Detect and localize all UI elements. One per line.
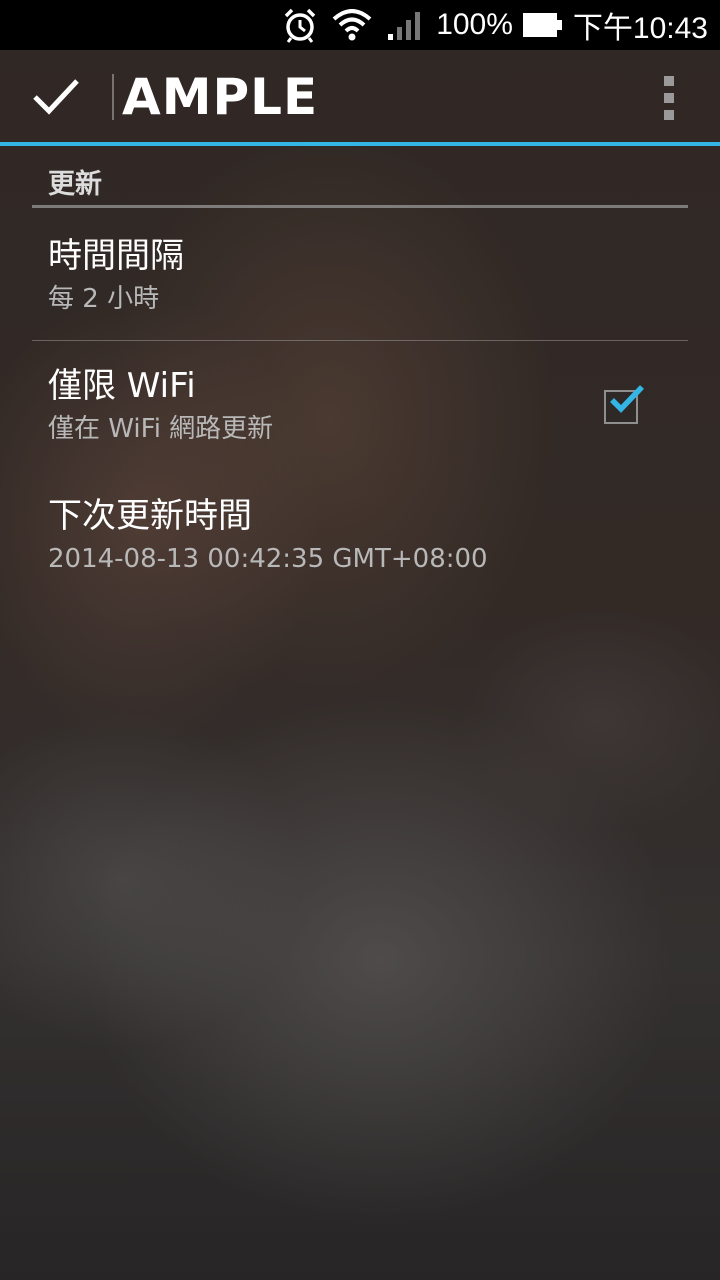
app-title: AMPLE <box>122 68 319 126</box>
overflow-menu-icon <box>664 76 674 86</box>
checkmark-icon <box>33 79 79 115</box>
pref-summary: 每 2 小時 <box>48 284 160 314</box>
list-divider <box>32 340 688 341</box>
signal-icon <box>386 10 422 40</box>
pref-wifi-only[interactable]: 僅限 WiFi 僅在 WiFi 網路更新 <box>48 366 608 446</box>
action-bar: AMPLE <box>0 50 720 144</box>
category-header: 更新 <box>48 169 102 200</box>
battery-icon <box>522 13 563 37</box>
wifi-icon <box>332 9 372 41</box>
overflow-dot <box>664 110 674 120</box>
overflow-menu-button[interactable] <box>662 76 676 120</box>
status-clock: 下午10:43 <box>572 12 708 45</box>
pref-title: 僅限 WiFi <box>48 366 196 406</box>
pref-next-update: 下次更新時間 2014-08-13 00:42:35 GMT+08:00 <box>48 496 608 576</box>
pref-summary: 2014-08-13 00:42:35 GMT+08:00 <box>48 544 488 574</box>
pref-title: 下次更新時間 <box>48 496 252 536</box>
action-bar-accent-line <box>0 142 720 146</box>
check-icon <box>610 385 644 413</box>
pref-summary: 僅在 WiFi 網路更新 <box>48 414 274 444</box>
pref-title: 時間間隔 <box>48 236 184 276</box>
wallpaper-scrim <box>0 0 720 1280</box>
wifi-only-checkbox[interactable] <box>604 385 644 424</box>
pref-interval[interactable]: 時間間隔 每 2 小時 <box>48 236 608 316</box>
action-bar-divider <box>112 74 114 120</box>
battery-percentage: 100% <box>436 8 513 41</box>
category-divider <box>32 205 688 208</box>
status-bar: 100% 下午10:43 <box>0 0 720 50</box>
done-button[interactable] <box>0 50 112 144</box>
background-wallpaper <box>0 0 720 1280</box>
overflow-dot <box>664 93 674 103</box>
alarm-icon <box>282 7 318 43</box>
